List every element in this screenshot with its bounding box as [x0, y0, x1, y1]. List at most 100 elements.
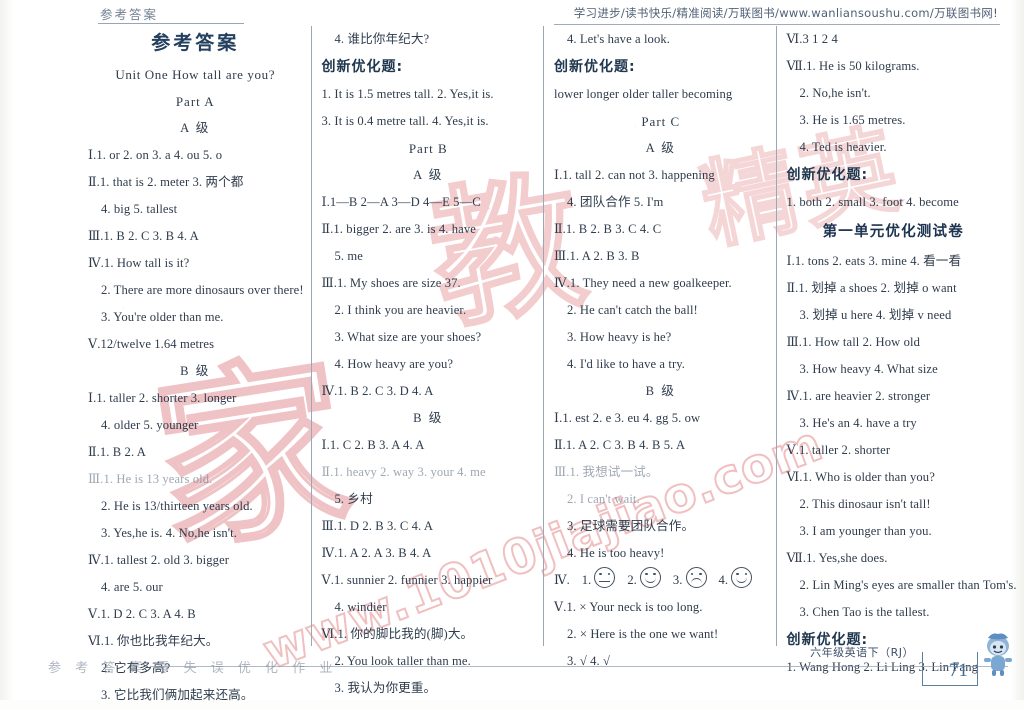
answer-line: Ⅰ.1. or 2. on 3. a 4. ou 5. o — [88, 148, 223, 162]
answer-line: 3. It is 0.4 metre tall. 4. Yes,it is. — [321, 114, 489, 128]
smiley-happy-icon — [731, 567, 753, 588]
answer-line: 4. Let's have a look. — [567, 32, 670, 46]
answer-line: 3. Yes,he is. 4. No,he isn't. — [101, 526, 238, 540]
column-1: 参考答案 Unit One How tall are you? Part A A 级 Ⅰ… — [78, 26, 311, 702]
answer-line: 4. How heavy are you? — [334, 357, 454, 371]
running-head-left: 参考答案 — [100, 7, 159, 22]
grade-heading: A 级 — [645, 141, 676, 155]
answer-line: Ⅲ.1. D 2. B 3. C 4. A — [321, 519, 434, 533]
smiley-happy-icon — [639, 567, 661, 588]
scanned-answer-key-page: 参考答案 学习进步/读书快乐/精准阅读/万联图书/www.wanliansous… — [0, 0, 1024, 702]
answer-line: 3. 足球需要团队合作。 — [567, 519, 695, 533]
answer-line: 2. He is 13/thirteen years old. — [101, 499, 253, 513]
answer-line: Ⅰ.1. tons 2. eats 3. mine 4. 看一看 — [786, 254, 962, 268]
roman-numeral-label: Ⅳ. — [554, 573, 570, 587]
column-4: Ⅵ.3 1 2 4 Ⅶ.1. He is 50 kilograms. 2. No,h… — [775, 26, 1017, 674]
answer-line: 3. 它比我们俩加起来还高。 — [101, 688, 254, 702]
answer-line: 3. You're older than me. — [101, 310, 224, 324]
answer-line: 4. are 5. our — [101, 580, 163, 594]
running-head-right-rule — [554, 24, 1000, 25]
answer-line: 4. big 5. tallest — [101, 202, 178, 216]
answer-line: 3. Chen Tao is the tallest. — [799, 605, 930, 619]
answer-line: Ⅲ.1. B 2. C 3. B 4. A — [88, 229, 199, 243]
unit-test-heading: 第一单元优化测试卷 — [822, 224, 964, 240]
answer-line: 4. older 5. younger — [101, 418, 199, 432]
answer-line: Ⅴ.1. sunnier 2. funnier 3. happier — [321, 573, 493, 587]
answer-line: Ⅵ.1. 你也比我年纪大。 — [88, 634, 219, 648]
part-heading: Part C — [641, 114, 681, 129]
answer-line: Ⅲ.1. How tall 2. How old — [786, 335, 920, 349]
grade-heading: B 级 — [180, 364, 211, 378]
grade-heading: B 级 — [413, 411, 444, 425]
answer-line: Ⅱ.1. B 2. A — [88, 445, 146, 459]
mascot-icon — [984, 633, 1012, 676]
answer-line: 2. He can't catch the ball! — [567, 303, 698, 317]
answer-line: 3. How heavy 4. What size — [799, 362, 938, 376]
answer-line: 3. How heavy is he? — [567, 330, 672, 344]
answer-columns: 参考答案 Unit One How tall are you? Part A A 级 Ⅰ… — [78, 26, 1017, 702]
page-title: 参考答案 — [151, 32, 240, 54]
smiley-item: 4. — [719, 567, 753, 594]
answer-line: Ⅰ.1. tall 2. can not 3. happening — [554, 168, 715, 182]
answer-line: 2. This dinosaur isn't tall! — [799, 497, 931, 511]
answer-line: Ⅴ.1. D 2. C 3. A 4. B — [88, 607, 196, 621]
innovation-section-heading: 创新优化题: — [554, 59, 636, 75]
running-head-right: 学习进步/读书快乐/精准阅读/万联图书/www.wanliansoushu.co… — [573, 6, 998, 20]
answer-line: 3. I am younger than you. — [799, 524, 932, 538]
smiley-item-number: 4. — [718, 573, 732, 587]
answer-line: 4. He is too heavy! — [567, 546, 665, 560]
footer-left-text: 参 考 答 案 零 失 误 优 化 作 业 — [48, 661, 338, 676]
running-head-left-rule — [98, 23, 244, 24]
answer-line: Ⅴ.1. taller 2. shorter — [786, 443, 891, 457]
smiley-sad-icon — [685, 567, 707, 588]
unit-heading: Unit One How tall are you? — [115, 67, 276, 82]
answer-line: Ⅲ.1. 我想试一试。 — [554, 465, 659, 479]
answer-line: Ⅳ.1. How tall is it? — [88, 256, 190, 270]
answer-line: Ⅴ.1. × Your neck is too long. — [554, 600, 703, 614]
answer-line: Ⅳ.1. tallest 2. old 3. bigger — [88, 553, 230, 567]
answer-line: 2. You look taller than me. — [334, 654, 471, 668]
answer-line: 1. It is 1.5 metres tall. 2. Yes,it is. — [321, 87, 494, 101]
part-heading: Part A — [175, 94, 215, 109]
answer-line: 3. √ 4. √ — [567, 654, 611, 668]
part-heading: Part B — [408, 141, 448, 156]
answer-line: 2. × Here is the one we want! — [567, 627, 719, 641]
answer-line: Ⅶ.1. Yes,she does. — [786, 551, 888, 565]
smiley-flat-icon — [594, 567, 616, 588]
answer-line: 2. I can't wait. — [567, 492, 640, 506]
answer-line: 2. Lin Ming's eyes are smaller than Tom'… — [799, 578, 1017, 592]
smiley-item-number: 1. — [581, 573, 595, 587]
answer-line: 4. windier — [334, 600, 387, 614]
answer-line: Ⅶ.1. He is 50 kilograms. — [786, 59, 920, 73]
footer-book-title: 六年级英语下（RJ） — [810, 646, 914, 659]
answer-line: 4. I'd like to have a try. — [567, 357, 686, 371]
answer-line: Ⅵ.3 1 2 4 — [786, 32, 838, 46]
answer-line: Ⅴ.12/twelve 1.64 metres — [88, 337, 215, 351]
smiley-item-number: 3. — [672, 573, 686, 587]
answer-line: 4. 谁比你年纪大? — [334, 32, 430, 46]
answer-line: Ⅲ.1. My shoes are size 37. — [321, 276, 461, 290]
answer-line: Ⅱ.1. B 2. B 3. C 4. C — [554, 222, 662, 236]
answer-line: Ⅰ.1—B 2—A 3—D 4—E 5—C — [321, 195, 481, 209]
answer-line: 3. What size are your shoes? — [334, 330, 482, 344]
answer-line: 5. me — [334, 249, 363, 263]
answer-line: Ⅵ.1. Who is older than you? — [786, 470, 935, 484]
answer-line: 3. 我认为你更重。 — [334, 681, 437, 695]
answer-line: lower longer older taller becoming — [554, 87, 733, 101]
answer-line: Ⅵ.1. 你的脚比我的(脚)大。 — [321, 627, 474, 641]
answer-line: 2. There are more dinosaurs over there! — [101, 283, 304, 297]
grade-heading: A 级 — [413, 168, 444, 182]
answer-line: Ⅳ.1. They need a new goalkeeper. — [554, 276, 732, 290]
answer-line: 3. He is 1.65 metres. — [799, 113, 906, 127]
answer-line: 4. 团队合作 5. I'm — [567, 195, 664, 209]
answer-line: Ⅳ.1. are heavier 2. stronger — [786, 389, 931, 403]
answer-line: 1. both 2. small 3. foot 4. become — [786, 195, 959, 209]
smiley-item: 2. — [627, 567, 661, 594]
innovation-section-heading: 创新优化题: — [321, 59, 404, 75]
answer-line: Ⅳ.1. B 2. C 3. D 4. A — [321, 384, 434, 398]
answer-line: Ⅲ.1. He is 13 years old. — [88, 472, 213, 486]
answer-line: 5. 乡村 — [334, 492, 373, 506]
answer-line: Ⅱ.1. bigger 2. are 3. is 4. have — [321, 222, 476, 236]
answer-line: 2. No,he isn't. — [799, 86, 871, 100]
answer-line: Ⅱ.1. heavy 2. way 3. your 4. me — [321, 465, 486, 479]
